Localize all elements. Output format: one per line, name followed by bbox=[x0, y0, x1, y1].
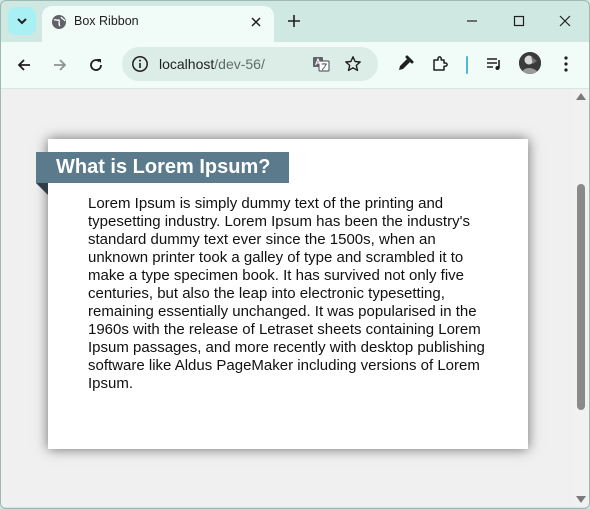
browser-menu-button[interactable] bbox=[554, 52, 578, 76]
reload-button[interactable] bbox=[82, 51, 110, 79]
forward-button[interactable] bbox=[46, 51, 74, 79]
star-icon[interactable] bbox=[344, 55, 362, 73]
back-button[interactable] bbox=[10, 51, 38, 79]
close-icon bbox=[251, 17, 261, 27]
address-bar[interactable]: localhost/dev-56/ bbox=[122, 47, 378, 81]
globe-icon bbox=[52, 15, 66, 29]
window-close-button[interactable] bbox=[553, 9, 577, 33]
ribbon-title: What is Lorem Ipsum? bbox=[36, 152, 290, 183]
media-controls-button[interactable] bbox=[482, 52, 506, 76]
playlist-icon bbox=[487, 58, 500, 70]
profile-picture bbox=[519, 52, 541, 74]
scroll-up-arrow[interactable] bbox=[576, 93, 586, 100]
tab-title: Box Ribbon bbox=[74, 14, 139, 28]
scroll-down-arrow[interactable] bbox=[576, 496, 586, 503]
puzzle-icon bbox=[433, 56, 448, 71]
chevron-down-icon bbox=[17, 18, 27, 25]
translate-icon[interactable] bbox=[312, 55, 330, 73]
eyedropper-icon bbox=[399, 55, 414, 70]
maximize-icon bbox=[513, 15, 525, 27]
close-icon bbox=[559, 15, 571, 27]
kebab-menu-icon bbox=[564, 56, 568, 72]
minimize-icon bbox=[467, 20, 477, 22]
arrow-left-icon bbox=[17, 59, 30, 71]
arrow-right-icon bbox=[54, 59, 67, 71]
avatar[interactable] bbox=[519, 52, 541, 74]
box-body-text: Lorem Ipsum is simply dummy text of the … bbox=[88, 195, 485, 392]
ribbon-box: What is Lorem Ipsum? Lorem Ipsum is simp… bbox=[36, 139, 528, 449]
plus-icon bbox=[288, 15, 300, 27]
ribbon-fold bbox=[36, 183, 48, 195]
url-host: localhost bbox=[159, 56, 215, 72]
scrollbar-thumb[interactable] bbox=[577, 184, 585, 410]
url-text[interactable]: localhost/dev-56/ bbox=[159, 56, 265, 72]
browser-tab[interactable]: Box Ribbon bbox=[42, 6, 274, 42]
new-tab-button[interactable] bbox=[282, 9, 306, 33]
tab-strip: Box Ribbon bbox=[0, 0, 590, 42]
extensions-button[interactable] bbox=[428, 52, 452, 76]
toolbar-separator bbox=[466, 56, 468, 74]
page-viewport: What is Lorem Ipsum? Lorem Ipsum is simp… bbox=[1, 89, 573, 507]
browser-toolbar: localhost/dev-56/ bbox=[0, 42, 590, 89]
url-path: /dev-56/ bbox=[214, 56, 265, 72]
eyedropper-button[interactable] bbox=[393, 52, 417, 76]
minimize-button[interactable] bbox=[460, 9, 484, 33]
vertical-scrollbar[interactable] bbox=[573, 89, 589, 507]
maximize-button[interactable] bbox=[507, 9, 531, 33]
tab-close-button[interactable] bbox=[246, 12, 266, 32]
tab-search-button[interactable] bbox=[8, 7, 36, 35]
info-icon[interactable] bbox=[131, 55, 149, 73]
reload-icon bbox=[90, 59, 102, 71]
